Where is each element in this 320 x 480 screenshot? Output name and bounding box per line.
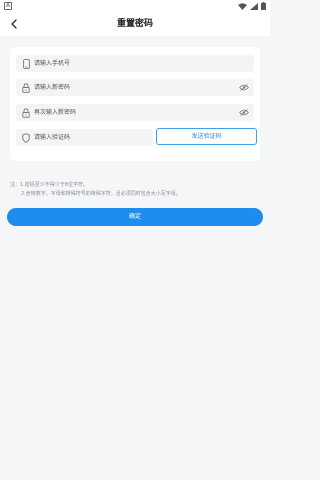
wifi-icon <box>238 2 247 10</box>
signal-icon <box>250 2 258 10</box>
eye-off-icon[interactable] <box>239 108 249 117</box>
lock-icon <box>21 107 31 118</box>
battery-icon <box>261 2 266 10</box>
header: 重置密码 <box>0 12 270 36</box>
lock-icon <box>21 82 31 93</box>
status-bar: A <box>0 0 270 12</box>
new-password-field <box>16 79 254 96</box>
confirm-password-input[interactable] <box>34 104 236 121</box>
reset-password-form: 发送验证码 <box>10 47 260 161</box>
phone-input[interactable] <box>34 55 236 72</box>
send-code-button[interactable]: 发送验证码 <box>156 128 257 145</box>
verification-code-field <box>16 129 153 146</box>
phone-field <box>16 55 254 72</box>
new-password-input[interactable] <box>34 79 236 96</box>
notification-icon: A <box>4 2 12 10</box>
shield-icon <box>21 132 31 143</box>
phone-icon <box>21 58 31 69</box>
password-rules: 注：1.密码至少不得少于8位字符。 2.含特数字、字母和特殊符号的特殊字符，且必… <box>10 181 262 199</box>
verification-code-input[interactable] <box>34 129 135 146</box>
page-title: 重置密码 <box>116 19 153 29</box>
back-icon[interactable] <box>6 16 22 32</box>
rule-line-1: 注：1.密码至少不得少于8位字符。 <box>10 182 88 188</box>
eye-off-icon[interactable] <box>239 83 249 92</box>
confirm-password-field <box>16 104 254 121</box>
status-icons <box>238 1 266 11</box>
confirm-button[interactable]: 确定 <box>7 208 263 226</box>
rule-line-2: 2.含特数字、字母和特殊符号的特殊字符，且必须同时包含大小写字母。 <box>21 191 181 197</box>
